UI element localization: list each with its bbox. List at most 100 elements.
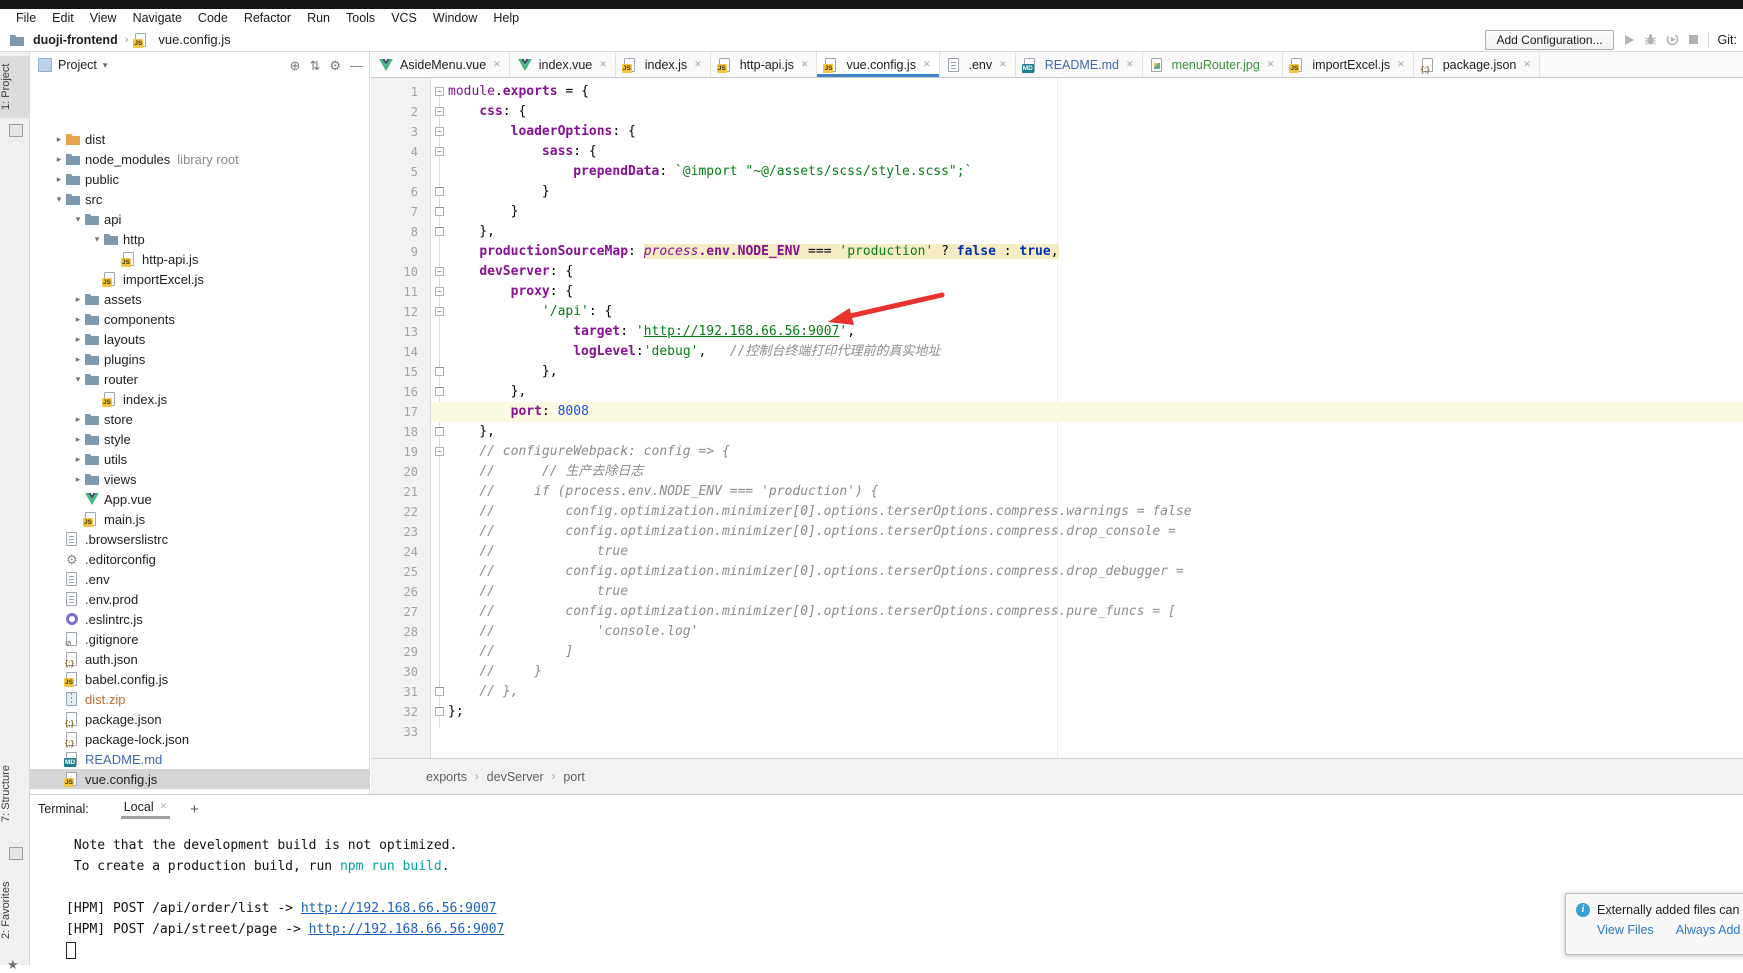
add-configuration-button[interactable]: Add Configuration... (1485, 30, 1613, 50)
chevron-collapsed-icon[interactable]: ▸ (52, 134, 66, 145)
code-line-13[interactable]: target: 'http://192.168.66.56:9007', (431, 322, 1743, 342)
menu-navigate[interactable]: Navigate (125, 9, 190, 28)
editor-breadcrumb-port[interactable]: port (563, 770, 585, 784)
code-line-2[interactable]: css: { (431, 102, 1743, 122)
tree-item-app-vue[interactable]: App.vue (30, 489, 369, 509)
settings-icon[interactable]: ⚙ (329, 59, 341, 72)
stripe-favorites-button[interactable]: 2: Favorites (0, 870, 30, 950)
code-line-5[interactable]: prependData: `@import "~@/assets/scss/st… (431, 162, 1743, 182)
tree-item-api[interactable]: ▾api (30, 209, 369, 229)
tree-item--env[interactable]: .env (30, 569, 369, 589)
code-editor[interactable]: 1234567891011121314151617181920212223242… (371, 78, 1743, 758)
chevron-collapsed-icon[interactable]: ▸ (52, 174, 66, 185)
tree-item-http[interactable]: ▾http (30, 229, 369, 249)
coverage-icon[interactable] (1666, 33, 1679, 46)
code-line-30[interactable]: // } (431, 662, 1743, 682)
tree-item-components[interactable]: ▸components (30, 309, 369, 329)
stripe-project-button[interactable]: 1: Project (0, 58, 30, 116)
close-icon[interactable]: ✕ (597, 59, 607, 70)
tree-item--browserslistrc[interactable]: .browserslistrc (30, 529, 369, 549)
code-line-3[interactable]: loaderOptions: { (431, 122, 1743, 142)
tree-item-assets[interactable]: ▸assets (30, 289, 369, 309)
code-line-20[interactable]: // // 生产去除日志 (431, 462, 1743, 482)
code-line-9[interactable]: productionSourceMap: process.env.NODE_EN… (431, 242, 1743, 262)
close-icon[interactable]: ✕ (799, 59, 809, 70)
menu-run[interactable]: Run (299, 9, 338, 28)
always-add-link[interactable]: Always Add (1676, 923, 1741, 937)
chevron-collapsed-icon[interactable]: ▸ (71, 434, 85, 445)
code-line-17[interactable]: port: 8008 (431, 402, 1743, 422)
tree-item-store[interactable]: ▸store (30, 409, 369, 429)
breadcrumb-file[interactable]: vue.config.js (158, 32, 230, 47)
code-line-16[interactable]: }, (431, 382, 1743, 402)
menu-view[interactable]: View (82, 9, 125, 28)
code-line-18[interactable]: }, (431, 422, 1743, 442)
new-terminal-button[interactable]: + (190, 801, 199, 818)
code-line-22[interactable]: // config.optimization.minimizer[0].opti… (431, 502, 1743, 522)
menu-edit[interactable]: Edit (44, 9, 82, 28)
code-line-31[interactable]: // }, (431, 682, 1743, 702)
tree-item-importexcel-js[interactable]: JSimportExcel.js (30, 269, 369, 289)
git-branch-widget[interactable]: Git: (1718, 33, 1737, 47)
tab-importexcel-js[interactable]: JSimportExcel.js✕ (1283, 52, 1413, 77)
tree-item-dist[interactable]: ▸dist (30, 129, 369, 149)
chevron-collapsed-icon[interactable]: ▸ (71, 294, 85, 305)
tab-menurouter-jpg[interactable]: menuRouter.jpg✕ (1143, 52, 1284, 77)
hide-icon[interactable]: ― (350, 59, 363, 72)
code-line-25[interactable]: // config.optimization.minimizer[0].opti… (431, 562, 1743, 582)
code-line-4[interactable]: sass: { (431, 142, 1743, 162)
tree-item--editorconfig[interactable]: ⚙.editorconfig (30, 549, 369, 569)
tree-item-node-modules[interactable]: ▸node_moduleslibrary root (30, 149, 369, 169)
star-icon[interactable]: ★ (7, 957, 19, 973)
close-icon[interactable]: ✕ (1124, 59, 1134, 70)
tree-item-main-js[interactable]: JSmain.js (30, 509, 369, 529)
menu-file[interactable]: File (8, 9, 44, 28)
tree-item-package-lock-json[interactable]: {;}package-lock.json (30, 729, 369, 749)
close-icon[interactable]: ✕ (1521, 59, 1531, 70)
code-line-33[interactable] (431, 722, 1743, 742)
editor-breadcrumb-devServer[interactable]: devServer (487, 770, 544, 784)
code-line-6[interactable]: } (431, 182, 1743, 202)
stripe-structure-button[interactable]: 7: Structure (0, 752, 30, 836)
code-line-29[interactable]: // ] (431, 642, 1743, 662)
view-files-link[interactable]: View Files (1597, 923, 1654, 937)
chevron-expanded-icon[interactable]: ▾ (71, 374, 85, 385)
tree-item-style[interactable]: ▸style (30, 429, 369, 449)
tree-item--gitignore[interactable]: ⊘.gitignore (30, 629, 369, 649)
tree-item-layouts[interactable]: ▸layouts (30, 329, 369, 349)
tree-item-readme-md[interactable]: MDREADME.md (30, 749, 369, 769)
terminal-link[interactable]: http://192.168.66.56:9007 (309, 922, 505, 937)
tab-index-js[interactable]: JSindex.js✕ (616, 52, 711, 77)
chevron-collapsed-icon[interactable]: ▸ (71, 334, 85, 345)
editor-breadcrumb-exports[interactable]: exports (426, 770, 467, 784)
tab-package-json[interactable]: {;}package.json✕ (1414, 52, 1540, 77)
chevron-expanded-icon[interactable]: ▾ (71, 214, 85, 225)
chevron-down-icon[interactable]: ▾ (103, 60, 108, 71)
breadcrumb-project[interactable]: duoji-frontend (33, 33, 118, 47)
code-line-23[interactable]: // config.optimization.minimizer[0].opti… (431, 522, 1743, 542)
code-line-19[interactable]: // configureWebpack: config => { (431, 442, 1743, 462)
code-line-32[interactable]: }; (431, 702, 1743, 722)
chevron-collapsed-icon[interactable]: ▸ (52, 154, 66, 165)
tree-item-vue-config-js[interactable]: JSvue.config.js (30, 769, 369, 789)
terminal-tab-local[interactable]: Local ✕ (121, 800, 170, 819)
code-line-15[interactable]: }, (431, 362, 1743, 382)
menu-window[interactable]: Window (425, 9, 485, 28)
tree-item-utils[interactable]: ▸utils (30, 449, 369, 469)
tree-item-views[interactable]: ▸views (30, 469, 369, 489)
close-icon[interactable]: ✕ (692, 59, 702, 70)
tree-item-package-json[interactable]: {;}package.json (30, 709, 369, 729)
menu-tools[interactable]: Tools (338, 9, 383, 28)
close-icon[interactable]: ✕ (1265, 59, 1275, 70)
tree-item-babel-config-js[interactable]: JSbabel.config.js (30, 669, 369, 689)
tool-window-icon[interactable] (9, 124, 23, 137)
chevron-collapsed-icon[interactable]: ▸ (71, 454, 85, 465)
menu-vcs[interactable]: VCS (383, 9, 425, 28)
tree-item-dist-zip[interactable]: dist.zip (30, 689, 369, 709)
tab-index-vue[interactable]: index.vue✕ (510, 52, 616, 77)
code-line-1[interactable]: module.exports = { (431, 82, 1743, 102)
chevron-expanded-icon[interactable]: ▾ (52, 194, 66, 205)
tab-http-api-js[interactable]: JShttp-api.js✕ (711, 52, 818, 77)
tree-item--eslintrc-js[interactable]: .eslintrc.js (30, 609, 369, 629)
tree-item-public[interactable]: ▸public (30, 169, 369, 189)
